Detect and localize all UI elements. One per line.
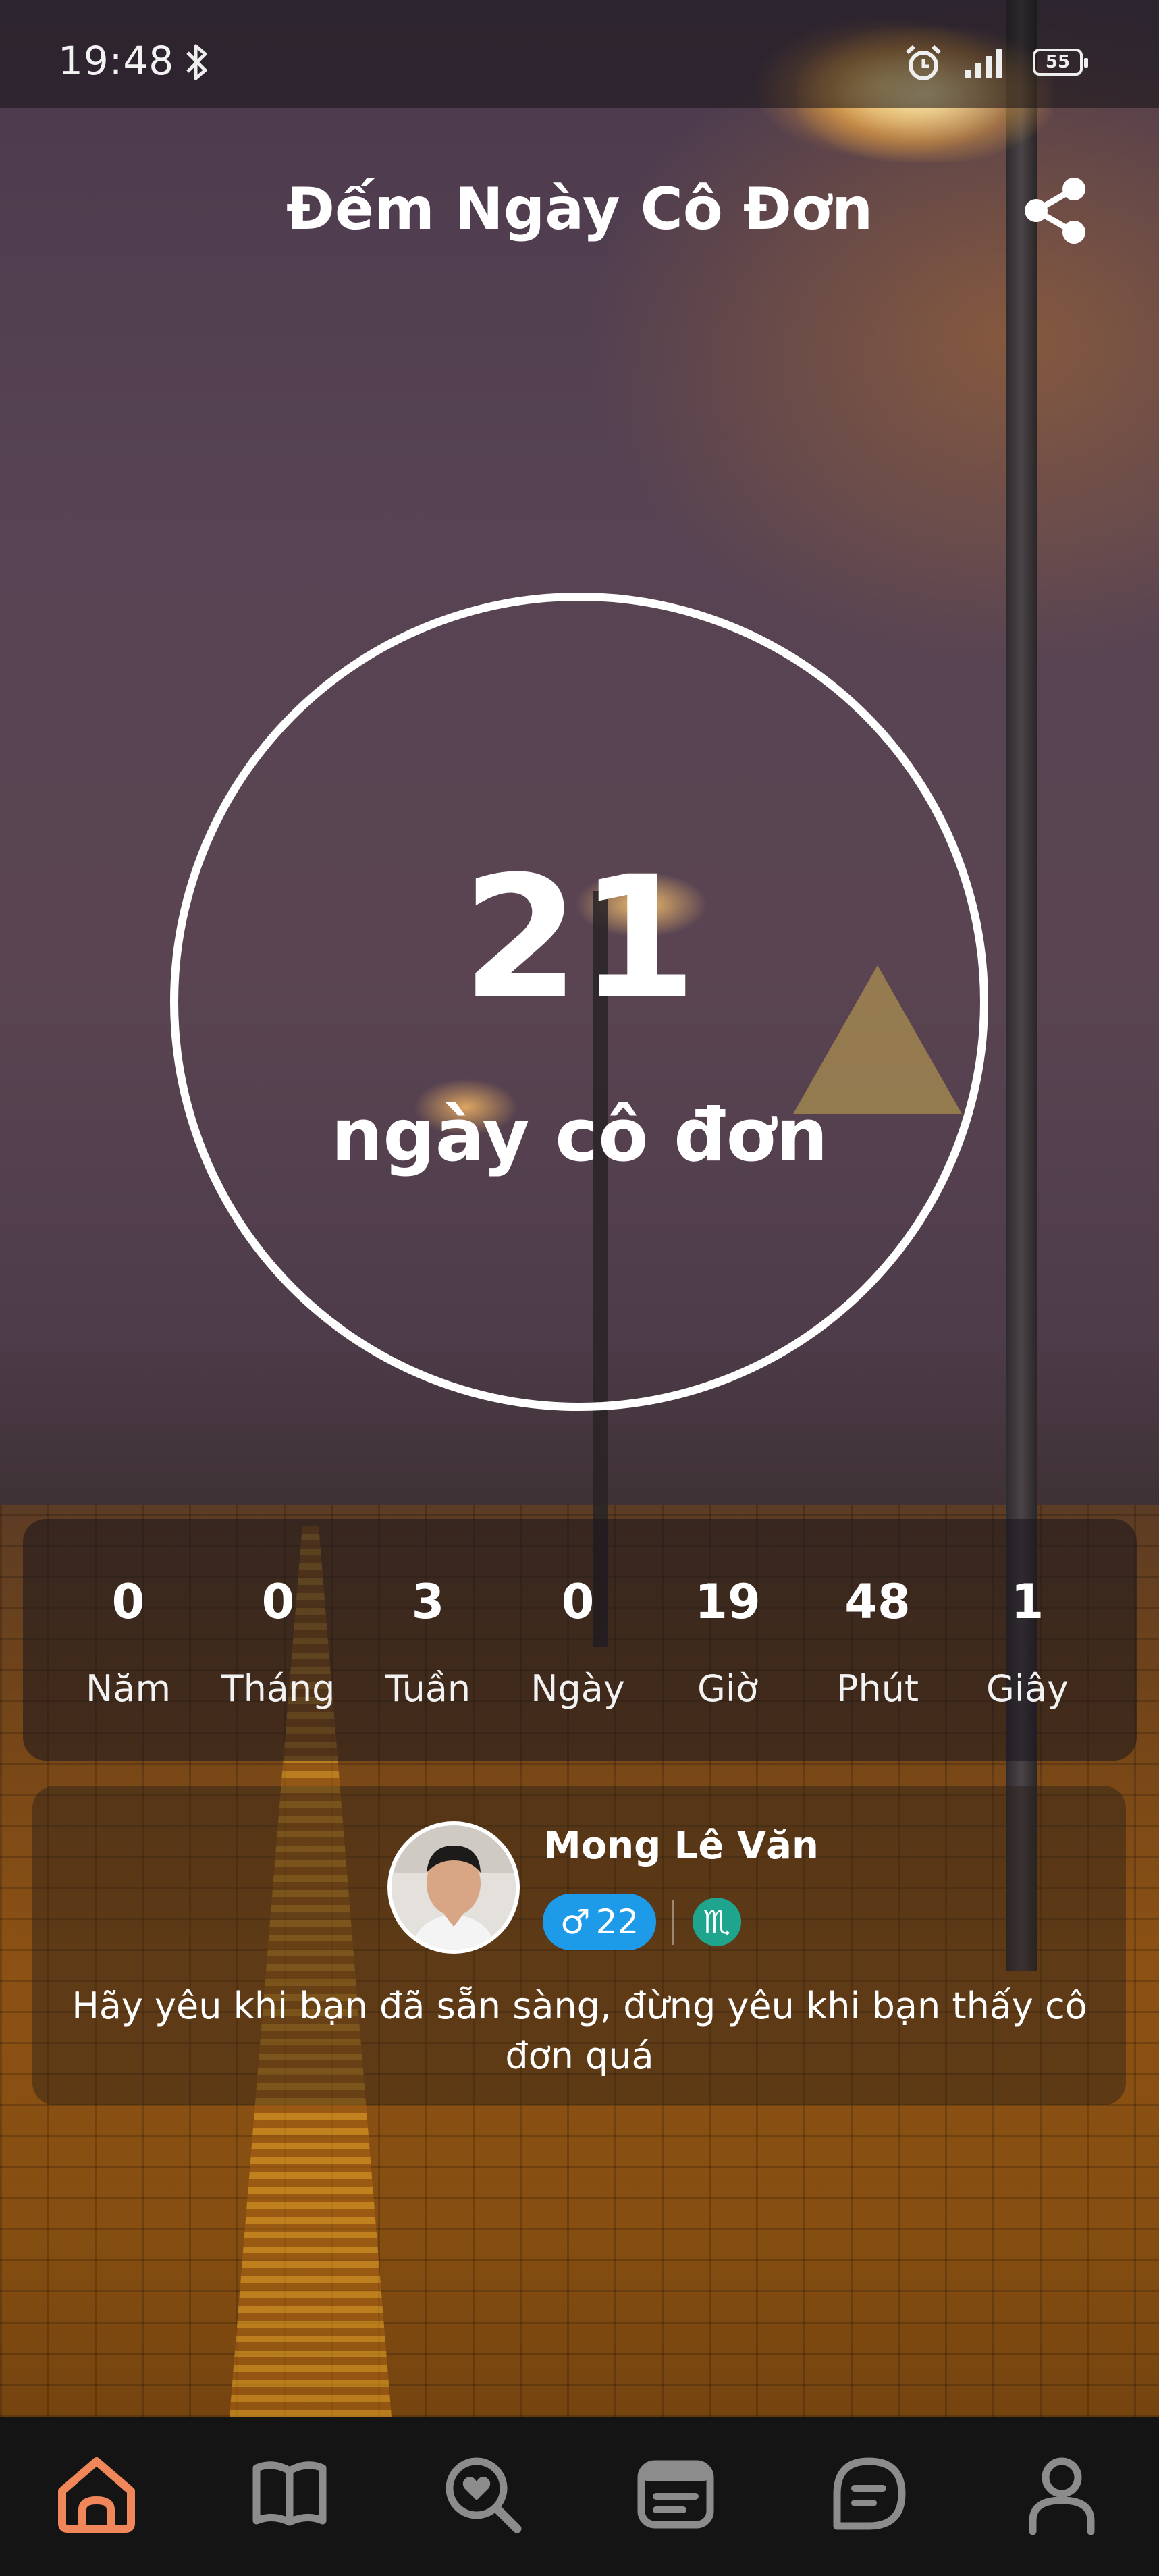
home-icon (58, 2457, 135, 2533)
battery-level: 55 (1045, 52, 1071, 72)
bottom-navigation (0, 2417, 1159, 2576)
avatar-photo (392, 1825, 516, 1950)
zodiac-scorpio-icon: ♏ (693, 1898, 741, 1946)
breakdown-month-label: Tháng (221, 1667, 335, 1710)
nav-discover[interactable] (439, 2450, 527, 2538)
gender-age-badge: ♂ 22 (543, 1894, 656, 1950)
share-icon (1025, 178, 1085, 244)
news-icon (637, 2460, 714, 2529)
status-bar: 19:48 55 (0, 0, 1159, 108)
badge-divider (672, 1900, 674, 1945)
breakdown-day-value: 0 (561, 1574, 595, 1630)
breakdown-year-value: 0 (111, 1574, 145, 1630)
avatar[interactable] (387, 1821, 520, 1954)
breakdown-month-value: 0 (261, 1574, 295, 1630)
bluetooth-icon (182, 42, 212, 85)
user-name: Mong Lê Văn (543, 1824, 819, 1868)
page-title: Đếm Ngày Cô Đơn (286, 176, 873, 243)
breakdown-second-value: 1 (1010, 1574, 1044, 1630)
breakdown-hour-label: Giờ (697, 1667, 758, 1710)
status-time: 19:48 (58, 38, 175, 84)
breakdown-hour-value: 19 (695, 1574, 761, 1630)
breakdown-year-label: Năm (85, 1667, 171, 1710)
share-button[interactable] (1016, 170, 1097, 251)
user-age: 22 (595, 1902, 639, 1941)
nav-book[interactable] (246, 2450, 333, 2538)
nav-news[interactable] (632, 2450, 720, 2538)
nav-chat[interactable] (825, 2450, 913, 2538)
breakdown-minute-value: 48 (844, 1574, 911, 1630)
profile-quote: Hãy yêu khi bạn đã sẵn sàng, đừng yêu kh… (72, 1985, 1087, 2077)
profile-icon (1029, 2457, 1095, 2535)
chat-icon (833, 2457, 906, 2530)
breakdown-week-value: 3 (411, 1574, 445, 1630)
breakdown-week-label: Tuần (385, 1667, 471, 1710)
male-icon: ♂ (560, 1902, 591, 1941)
nav-profile[interactable] (1018, 2450, 1106, 2538)
book-icon (252, 2461, 327, 2526)
signal-icon (964, 47, 1007, 82)
time-breakdown-panel: 0 Năm 0 Tháng 3 Tuần 0 Ngày 19 Giờ 48 Ph… (23, 1519, 1137, 1761)
breakdown-second-label: Giây (986, 1667, 1069, 1710)
day-count: 21 (462, 840, 697, 1036)
search-heart-icon (446, 2457, 522, 2533)
nav-home[interactable] (53, 2450, 140, 2538)
breakdown-day-label: Ngày (531, 1667, 625, 1710)
battery-icon: 55 (1033, 49, 1088, 76)
breakdown-minute-label: Phút (836, 1667, 919, 1710)
day-count-label: ngày cô đơn (331, 1094, 828, 1178)
alarm-icon (903, 45, 944, 85)
